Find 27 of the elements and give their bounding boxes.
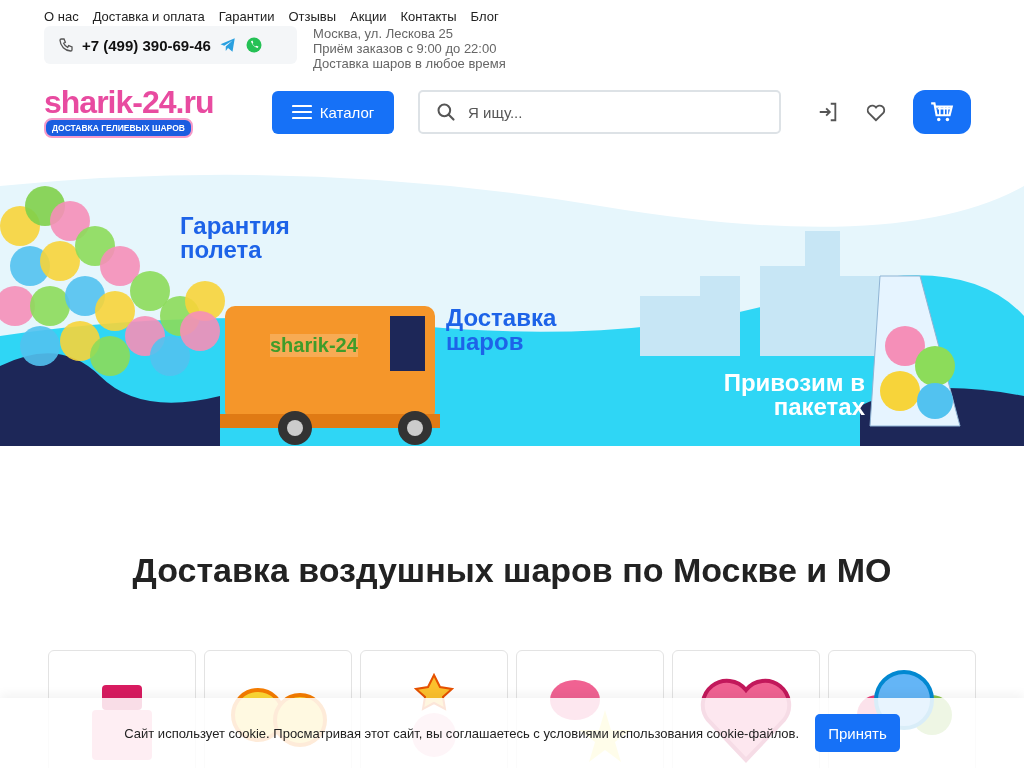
nav-link[interactable]: Контакты bbox=[400, 9, 457, 24]
info-text: Доставка шаров в любое время bbox=[313, 56, 506, 71]
banner-caption: Доставка шаров bbox=[446, 306, 558, 354]
search-icon bbox=[436, 102, 456, 122]
menu-icon bbox=[291, 104, 312, 120]
van-logo: sharik-24 bbox=[270, 334, 358, 357]
logo[interactable]: sharik-24.ru ДОСТАВКА ГЕЛИЕВЫХ ШАРОВ bbox=[44, 86, 224, 138]
login-icon[interactable] bbox=[817, 101, 839, 123]
nav-link[interactable]: Акции bbox=[350, 9, 387, 24]
catalog-button[interactable]: Каталог bbox=[272, 90, 394, 134]
section-heading: Доставка воздушных шаров по Москве и МО bbox=[131, 551, 893, 590]
nav-link[interactable]: Блог bbox=[470, 9, 499, 24]
nav-link[interactable]: Доставка и оплата bbox=[92, 9, 205, 24]
banner-caption: Привозим в пакетах bbox=[722, 371, 865, 419]
nav-link[interactable]: Отзывы bbox=[288, 9, 337, 24]
telegram-icon[interactable] bbox=[218, 36, 237, 54]
phone-icon bbox=[58, 37, 74, 53]
nav-link[interactable]: Гарантии bbox=[218, 9, 275, 24]
cart-button[interactable] bbox=[913, 90, 971, 134]
accept-button[interactable]: Принять bbox=[815, 714, 900, 752]
banner-caption: Гарантия полета bbox=[180, 214, 291, 262]
phone-link[interactable]: +7 (499) 390-69-46 bbox=[82, 36, 211, 54]
cookie-notice: Сайт использует cookie. Просматривая этот сайт, вы соглашаетесь с условиями использования cookie-файлов. bbox=[124, 725, 800, 741]
info-text: Москва, ул. Лескова 25 bbox=[313, 26, 455, 41]
info-text: Приём заказов с 9:00 до 22:00 bbox=[313, 41, 498, 56]
search-field[interactable]: Я ищу... bbox=[418, 90, 781, 134]
nav-link[interactable]: О нас bbox=[44, 9, 79, 24]
